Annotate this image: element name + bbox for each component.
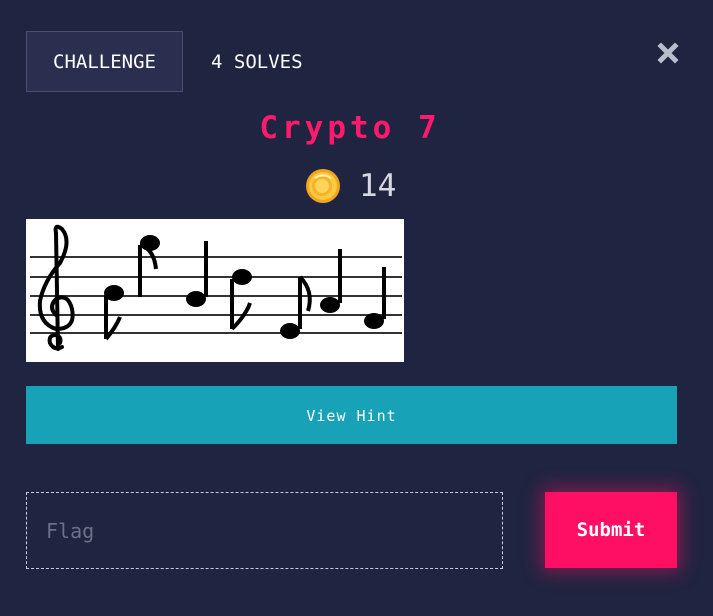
points-value: 14	[359, 168, 397, 204]
view-hint-button[interactable]: View Hint	[26, 386, 677, 444]
tab-solves[interactable]: 4 SOLVES	[211, 31, 303, 93]
submit-button[interactable]: Submit	[545, 492, 677, 568]
coin-icon	[306, 169, 340, 203]
tab-challenge[interactable]: CHALLENGE	[26, 31, 183, 92]
flag-input[interactable]	[26, 492, 503, 569]
points-row: 14	[305, 166, 396, 206]
music-notes-image	[26, 219, 404, 362]
challenge-title: Crypto 7	[259, 110, 441, 146]
close-icon	[657, 42, 679, 64]
challenge-modal: CHALLENGE 4 SOLVES Crypto 7 14 View Hint…	[0, 0, 713, 616]
close-button[interactable]	[655, 40, 681, 66]
